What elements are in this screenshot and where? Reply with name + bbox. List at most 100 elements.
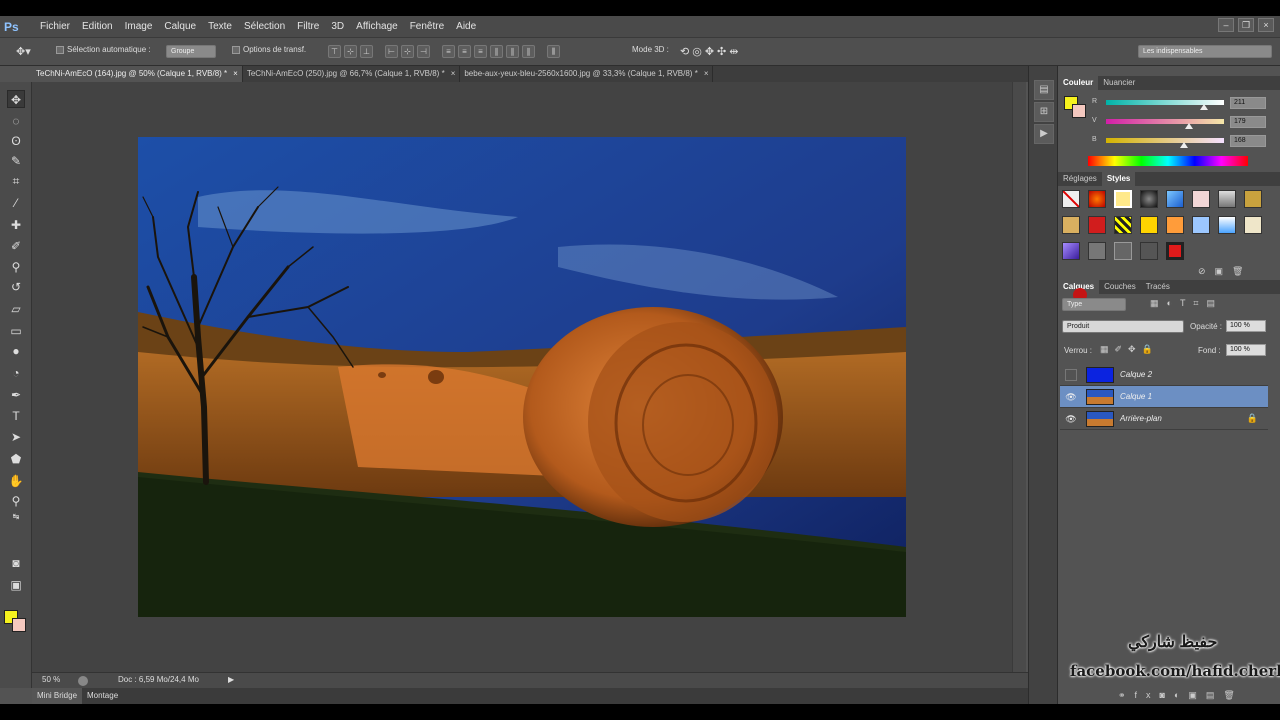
- menu-fenetre[interactable]: Fenêtre: [404, 16, 450, 38]
- background-color-swatch[interactable]: [12, 618, 26, 632]
- transform-checkbox[interactable]: [232, 45, 240, 54]
- align-bottom-icon[interactable]: ⊥: [360, 45, 373, 58]
- style-swatch[interactable]: [1244, 216, 1262, 234]
- style-swatch[interactable]: [1192, 216, 1210, 234]
- close-tab-icon[interactable]: ×: [451, 66, 456, 82]
- close-tab-icon[interactable]: ×: [233, 66, 238, 82]
- screen-mode-icon[interactable]: ▣: [7, 576, 25, 594]
- b-slider[interactable]: [1106, 138, 1224, 148]
- color-spectrum-bar[interactable]: [1088, 156, 1248, 166]
- scale-3d-icon[interactable]: ⇹: [729, 45, 738, 58]
- zoom-level[interactable]: 50 %: [42, 675, 60, 684]
- r-slider-handle[interactable]: [1199, 104, 1208, 110]
- tab-montage[interactable]: Montage: [82, 688, 123, 704]
- b-value[interactable]: 168: [1230, 135, 1266, 147]
- tab-couches[interactable]: Couches: [1099, 280, 1141, 294]
- g-slider-handle[interactable]: [1184, 123, 1193, 129]
- tab-doc-bebe[interactable]: bebe-aux-yeux-bleu-2560x1600.jpg @ 33,3%…: [460, 66, 714, 82]
- layer-filter-icons[interactable]: ▦◐T⌗▤: [1150, 298, 1223, 309]
- vertical-scrollbar[interactable]: [1012, 82, 1026, 672]
- move-tool-preset-icon[interactable]: ✥▾: [16, 45, 31, 58]
- style-swatch[interactable]: [1088, 190, 1106, 208]
- menu-edition[interactable]: Edition: [76, 16, 119, 38]
- status-arrow-icon[interactable]: ▶: [228, 675, 234, 684]
- style-swatch[interactable]: [1166, 216, 1184, 234]
- auto-select-checkbox[interactable]: [56, 45, 64, 54]
- r-slider[interactable]: [1106, 100, 1224, 110]
- style-swatch[interactable]: [1088, 216, 1106, 234]
- quick-select-tool-icon[interactable]: ✎: [7, 152, 25, 170]
- distribute-top-icon[interactable]: ≡: [442, 45, 455, 58]
- zoom-tool-icon[interactable]: ⚲: [7, 492, 25, 510]
- style-swatch[interactable]: [1062, 216, 1080, 234]
- visibility-off-icon[interactable]: [1065, 369, 1077, 381]
- menu-fichier[interactable]: Fichier: [34, 16, 76, 38]
- restore-icon[interactable]: ❐: [1238, 18, 1254, 32]
- style-swatch[interactable]: [1140, 190, 1158, 208]
- eye-icon[interactable]: 👁: [1065, 413, 1077, 425]
- distribute-hcenter-icon[interactable]: ∥: [506, 45, 519, 58]
- lock-icons[interactable]: ▦✐✥🔒: [1100, 344, 1159, 355]
- status-icon[interactable]: [78, 676, 88, 686]
- gradient-tool-icon[interactable]: ▭: [7, 322, 25, 340]
- menu-filtre[interactable]: Filtre: [291, 16, 325, 38]
- marquee-tool-icon[interactable]: ◌: [7, 112, 25, 130]
- swap-colors-icon[interactable]: ↹: [7, 512, 25, 522]
- properties-panel-icon[interactable]: ⊞: [1034, 102, 1054, 122]
- color-panel-bg-swatch[interactable]: [1072, 104, 1086, 118]
- align-left-icon[interactable]: ⊢: [385, 45, 398, 58]
- layer-kind-filter[interactable]: Type: [1062, 298, 1126, 311]
- opacity-field[interactable]: 100 %: [1226, 320, 1266, 332]
- style-swatch[interactable]: [1114, 216, 1132, 234]
- minimize-icon[interactable]: –: [1218, 18, 1234, 32]
- document-image[interactable]: [138, 137, 906, 617]
- tab-mini-bridge[interactable]: Mini Bridge: [32, 688, 83, 704]
- style-swatch[interactable]: [1218, 216, 1236, 234]
- history-brush-tool-icon[interactable]: ↺: [7, 278, 25, 296]
- align-top-icon[interactable]: ⊤: [328, 45, 341, 58]
- fill-field[interactable]: 100 %: [1226, 344, 1266, 356]
- style-swatch[interactable]: [1114, 242, 1132, 260]
- eraser-tool-icon[interactable]: ▱: [7, 300, 25, 318]
- menu-selection[interactable]: Sélection: [238, 16, 291, 38]
- history-panel-icon[interactable]: ▤: [1034, 80, 1054, 100]
- layer-name[interactable]: Calque 1: [1120, 392, 1152, 401]
- drag-3d-icon[interactable]: ✥: [705, 45, 714, 58]
- type-tool-icon[interactable]: T: [7, 407, 25, 425]
- style-swatch[interactable]: [1062, 242, 1080, 260]
- layer-name[interactable]: Calque 2: [1120, 370, 1152, 379]
- workspace-dropdown[interactable]: Les indispensables: [1138, 45, 1272, 58]
- style-swatch[interactable]: [1192, 190, 1210, 208]
- layer-row-calque-2[interactable]: Calque 2: [1060, 364, 1268, 386]
- style-swatch[interactable]: [1166, 190, 1184, 208]
- move-tool-icon[interactable]: ✥: [7, 90, 25, 108]
- auto-select-dropdown[interactable]: Groupe: [166, 45, 216, 58]
- eyedropper-tool-icon[interactable]: ⁄: [7, 194, 25, 212]
- tab-nuancier[interactable]: Nuancier: [1098, 76, 1140, 90]
- menu-calque[interactable]: Calque: [158, 16, 202, 38]
- style-swatch[interactable]: [1166, 242, 1184, 260]
- blur-tool-icon[interactable]: ●: [7, 342, 25, 360]
- distribute-right-icon[interactable]: ∥: [522, 45, 535, 58]
- shape-tool-icon[interactable]: ⬟: [7, 450, 25, 468]
- hand-tool-icon[interactable]: ✋: [7, 472, 25, 490]
- close-tab-icon[interactable]: ×: [704, 66, 709, 82]
- distribute-bottom-icon[interactable]: ≡: [474, 45, 487, 58]
- lasso-tool-icon[interactable]: ʘ: [7, 132, 25, 150]
- g-value[interactable]: 179: [1230, 116, 1266, 128]
- style-swatch[interactable]: [1218, 190, 1236, 208]
- style-swatch[interactable]: [1088, 242, 1106, 260]
- layer-name[interactable]: Arrière-plan: [1120, 414, 1162, 423]
- eye-icon[interactable]: 👁: [1065, 391, 1077, 403]
- style-swatch[interactable]: [1114, 190, 1132, 208]
- tab-doc-164[interactable]: TeChNi-AmEcO (164).jpg @ 50% (Calque 1, …: [32, 66, 243, 82]
- menu-3d[interactable]: 3D: [325, 16, 350, 38]
- align-hcenter-icon[interactable]: ⊹: [401, 45, 414, 58]
- crop-tool-icon[interactable]: ⌗: [7, 172, 25, 190]
- quick-mask-icon[interactable]: ◙: [7, 554, 25, 572]
- clone-stamp-tool-icon[interactable]: ⚲: [7, 258, 25, 276]
- tab-styles[interactable]: Styles: [1101, 172, 1136, 186]
- align-right-icon[interactable]: ⊣: [417, 45, 430, 58]
- style-swatch[interactable]: [1244, 190, 1262, 208]
- pen-tool-icon[interactable]: ✒: [7, 386, 25, 404]
